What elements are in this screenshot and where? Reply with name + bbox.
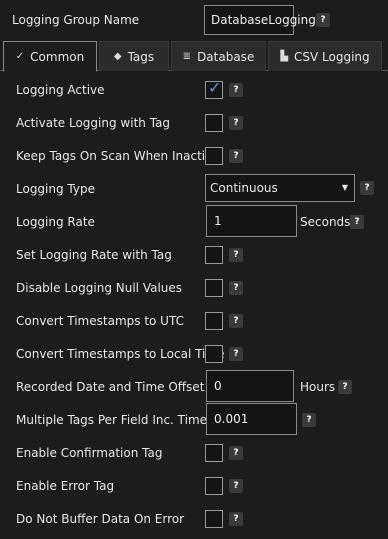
multiple-tags-label: Multiple Tags Per Field Inc. Time <box>16 413 208 427</box>
tab-label: Tags <box>127 49 155 64</box>
enable-confirmation-tag-label: Enable Confirmation Tag <box>16 446 163 460</box>
no-buffer-on-error-label: Do Not Buffer Data On Error <box>16 512 185 526</box>
chevron-down-icon: ▼ <box>341 183 348 192</box>
logging-group-name-field[interactable]: DatabaseLogging <box>204 5 316 35</box>
help-icon[interactable]: ? <box>229 248 243 262</box>
recorded-offset-label: Recorded Date and Time Offset <box>16 380 205 394</box>
tab-database[interactable]: ≣ Database <box>171 41 266 71</box>
help-icon[interactable]: ? <box>229 479 243 493</box>
logging-group-name-label: Logging Group Name <box>12 13 140 27</box>
help-icon[interactable]: ? <box>360 181 374 195</box>
help-icon[interactable]: ? <box>316 13 330 27</box>
enable-error-tag-checkbox[interactable] <box>205 477 223 495</box>
help-icon[interactable]: ? <box>229 149 243 163</box>
logging-rate-unit: Seconds <box>300 215 351 229</box>
keep-tags-on-scan-checkbox[interactable] <box>205 147 223 165</box>
logging-type-label: Logging Type <box>16 182 95 196</box>
tab-label: Database <box>197 49 255 64</box>
enable-error-tag-label: Enable Error Tag <box>16 479 115 493</box>
convert-local-time-label: Convert Timestamps to Local Time <box>16 347 225 361</box>
logging-rate-label: Logging Rate <box>16 215 95 229</box>
multiple-tags-input[interactable]: 0.001 <box>206 403 297 435</box>
help-icon[interactable]: ? <box>229 83 243 97</box>
help-icon[interactable]: ? <box>338 380 352 394</box>
check-icon: ✓ <box>15 51 25 62</box>
csv-icon: ▙ <box>280 51 289 62</box>
no-buffer-on-error-checkbox[interactable] <box>205 510 223 528</box>
convert-utc-checkbox[interactable] <box>205 312 223 330</box>
disable-null-values-label: Disable Logging Null Values <box>16 281 183 295</box>
set-logging-rate-with-tag-checkbox[interactable] <box>205 246 223 264</box>
tab-common[interactable]: ✓ Common <box>3 41 97 72</box>
enable-confirmation-tag-checkbox[interactable] <box>205 444 223 462</box>
activate-logging-with-tag-checkbox[interactable] <box>205 114 223 132</box>
database-icon: ≣ <box>182 51 192 62</box>
logging-type-value: Continuous <box>210 181 278 195</box>
disable-null-values-checkbox[interactable] <box>205 279 223 297</box>
logging-active-label: Logging Active <box>16 83 105 97</box>
keep-tags-on-scan-label: Keep Tags On Scan When Inactive <box>16 149 220 163</box>
tab-bar: ✓ Common ◆ Tags ≣ Database ▙ CSV Logging <box>0 39 388 72</box>
help-icon[interactable]: ? <box>229 446 243 460</box>
tab-tags[interactable]: ◆ Tags <box>99 41 169 71</box>
help-icon[interactable]: ? <box>302 413 316 427</box>
logging-type-select[interactable]: Continuous ▼ <box>205 174 355 202</box>
convert-local-time-checkbox[interactable] <box>205 345 223 363</box>
set-logging-rate-with-tag-label: Set Logging Rate with Tag <box>16 248 172 262</box>
checkmark-icon: ✓ <box>208 78 222 97</box>
help-icon[interactable]: ? <box>229 347 243 361</box>
recorded-offset-unit: Hours <box>300 380 336 394</box>
logging-active-checkbox[interactable]: ✓ <box>205 78 223 99</box>
recorded-offset-input[interactable]: 0 <box>206 370 294 402</box>
tab-csv-logging[interactable]: ▙ CSV Logging <box>268 41 382 71</box>
help-icon[interactable]: ? <box>229 314 243 328</box>
help-icon[interactable]: ? <box>350 215 364 229</box>
tab-label: CSV Logging <box>294 49 370 64</box>
help-icon[interactable]: ? <box>229 512 243 526</box>
help-icon[interactable]: ? <box>229 281 243 295</box>
activate-logging-with-tag-label: Activate Logging with Tag <box>16 116 171 130</box>
logging-rate-input[interactable]: 1 <box>206 205 297 237</box>
convert-utc-label: Convert Timestamps to UTC <box>16 314 184 328</box>
tag-icon: ◆ <box>113 51 122 62</box>
help-icon[interactable]: ? <box>229 116 243 130</box>
tab-label: Common <box>30 49 85 64</box>
